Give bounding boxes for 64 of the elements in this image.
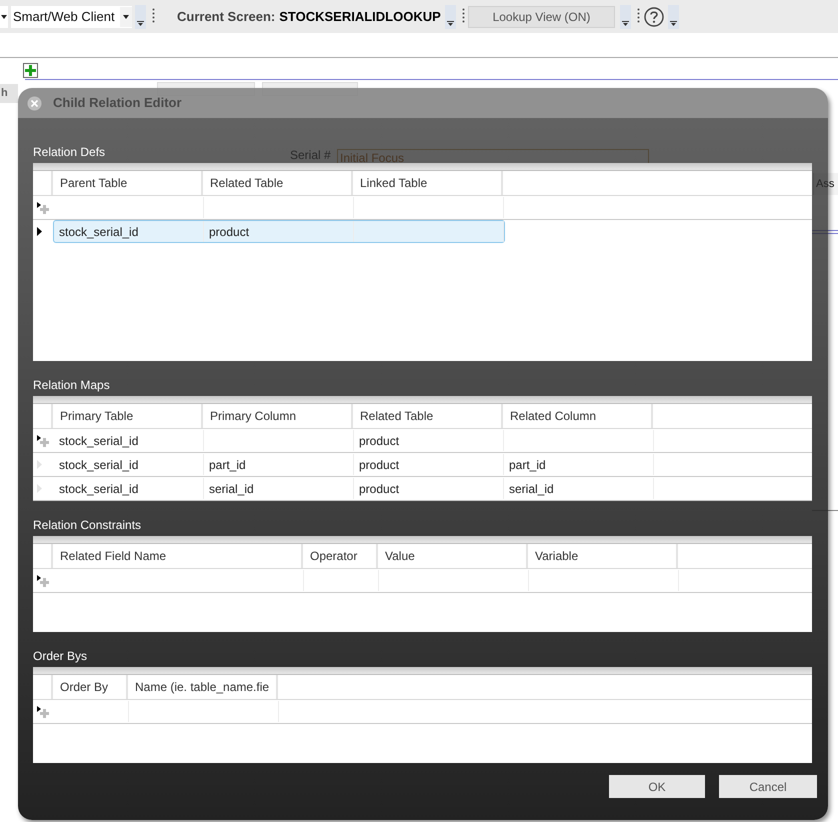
table-row[interactable]: stock_serial_id part_id product part_id	[33, 453, 812, 477]
new-row-icon	[37, 434, 50, 446]
section-title: Relation Maps	[33, 377, 110, 394]
overflow-button[interactable]	[620, 4, 631, 28]
caret-icon	[137, 20, 144, 26]
table-cell-text: part_id	[208, 456, 247, 474]
new-row-icon	[37, 706, 50, 718]
table-cell-text: serial_id	[508, 480, 555, 498]
overflow-button[interactable]	[668, 4, 679, 28]
caret-icon	[123, 14, 129, 18]
help-icon[interactable]	[644, 6, 664, 26]
row-pointer-icon	[37, 460, 42, 469]
table-row[interactable]: stock_serial_id product	[33, 429, 812, 453]
caret-icon	[447, 20, 454, 26]
grip-icon[interactable]	[152, 8, 155, 25]
overflow-button[interactable]	[135, 4, 146, 28]
table-cell-text: stock_serial_id	[58, 456, 140, 474]
grip-icon[interactable]	[637, 8, 640, 25]
table-cell-text: product	[358, 432, 400, 450]
row-pointer-icon	[37, 484, 42, 493]
add-icon[interactable]	[23, 63, 38, 78]
table-cell-text: stock_serial_id	[58, 224, 140, 240]
current-screen-label: Current Screen:	[177, 8, 276, 26]
column-header[interactable]: Related Column	[503, 404, 653, 428]
column-header[interactable]: Primary Table	[53, 404, 203, 428]
row-pointer-icon	[37, 227, 42, 236]
section-title: Relation Defs	[33, 144, 106, 161]
column-header[interactable]: Primary Column	[203, 404, 353, 428]
column-header[interactable]: Operator	[303, 544, 378, 568]
table-cell-text: product	[358, 456, 400, 474]
section-title: Order Bys	[33, 648, 88, 665]
close-icon[interactable]	[27, 96, 42, 110]
column-header[interactable]: Related Table	[353, 404, 503, 428]
ok-button[interactable]: OK	[609, 775, 705, 798]
new-row-icon	[37, 202, 50, 214]
table-cell-text: stock_serial_id	[58, 432, 140, 450]
cancel-button[interactable]: Cancel	[719, 775, 817, 798]
section-title: Relation Constraints	[33, 517, 142, 534]
dialog-title: Child Relation Editor	[53, 94, 182, 112]
table-cell-text: part_id	[508, 456, 547, 474]
client-select[interactable]: Smart/Web Client	[11, 6, 132, 28]
new-row-icon	[37, 574, 50, 586]
column-header[interactable]: Order By	[53, 675, 128, 699]
column-header[interactable]: Parent Table	[53, 171, 203, 195]
caret-icon	[1, 14, 7, 18]
table-cell-text: stock_serial_id	[58, 480, 140, 498]
column-header[interactable]: Value	[378, 544, 528, 568]
table-cell-text: serial_id	[208, 480, 255, 498]
column-header[interactable]: Name (ie. table_name.fie	[128, 675, 278, 699]
overflow-button[interactable]	[445, 4, 456, 28]
column-header[interactable]: Related Table	[203, 171, 353, 195]
column-header[interactable]: Related Field Name	[53, 544, 303, 568]
table-cell-text: product	[358, 480, 400, 498]
current-screen-value: STOCKSERIALIDLOOKUP	[279, 8, 441, 26]
table-cell-text: product	[208, 224, 250, 240]
table-row[interactable]: stock_serial_id serial_id product serial_id	[33, 477, 812, 501]
lookup-view-button[interactable]: Lookup View (ON)	[468, 6, 615, 28]
column-header[interactable]: Linked Table	[353, 171, 503, 195]
column-header[interactable]: Variable	[528, 544, 678, 568]
caret-icon	[622, 20, 629, 26]
dropdown-button[interactable]	[0, 6, 8, 28]
tab[interactable]: h	[0, 84, 18, 103]
caret-icon	[670, 20, 677, 26]
grip-icon[interactable]	[462, 8, 465, 25]
